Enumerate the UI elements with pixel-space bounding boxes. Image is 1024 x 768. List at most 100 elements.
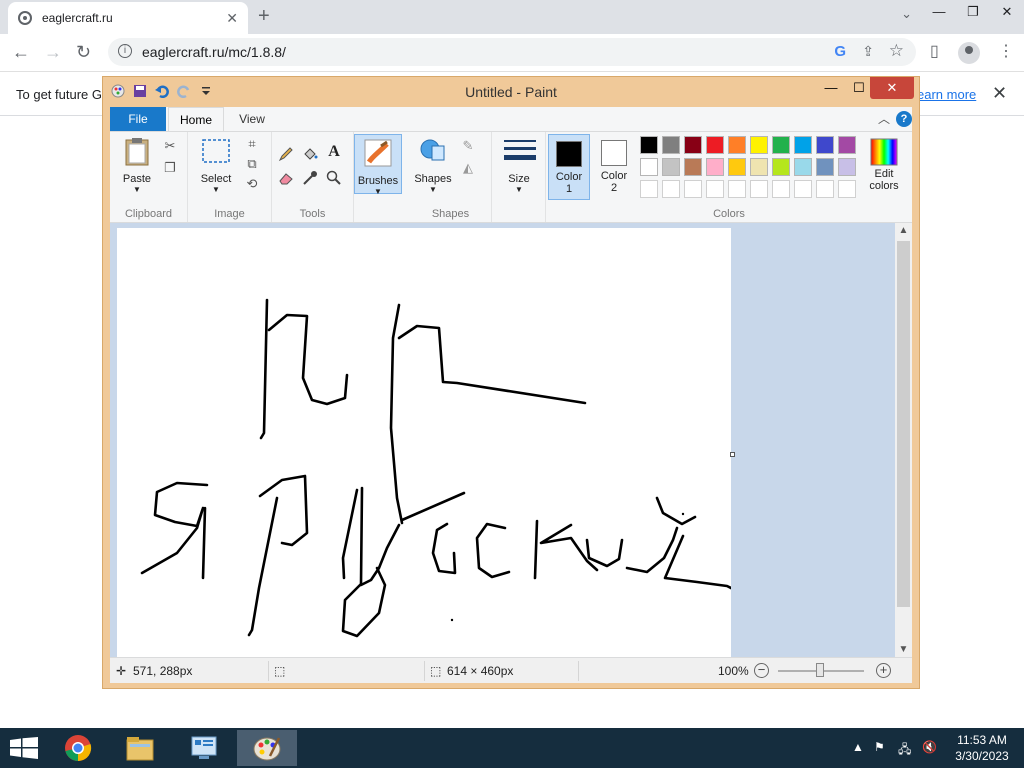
select-button[interactable]: Select ▼	[194, 136, 238, 194]
site-info-icon[interactable]: i	[118, 44, 132, 58]
volume-muted-icon[interactable]: 🔇	[922, 740, 937, 754]
custom-color-slot[interactable]	[794, 180, 812, 198]
palette-swatch[interactable]	[640, 158, 658, 176]
text-tool-icon[interactable]: A	[326, 144, 342, 160]
back-arrow-icon[interactable]: ←	[12, 42, 30, 62]
color1-button[interactable]: Color 1	[548, 134, 590, 200]
close-button[interactable]: ✕	[990, 0, 1024, 30]
palette-swatch[interactable]	[728, 158, 746, 176]
palette-swatch[interactable]	[794, 158, 812, 176]
restore-button[interactable]: ❐	[956, 0, 990, 30]
vertical-scrollbar[interactable]: ▲ ▼	[895, 223, 912, 657]
address-url[interactable]: eaglercraft.ru/mc/1.8.8/	[142, 44, 286, 60]
drawing-canvas[interactable]	[117, 228, 737, 658]
windows-start-icon[interactable]	[10, 737, 38, 759]
scroll-up-icon[interactable]: ▲	[895, 225, 912, 236]
palette-swatch[interactable]	[684, 136, 702, 154]
reload-icon[interactable]: ↻	[76, 42, 91, 62]
custom-color-slot[interactable]	[728, 180, 746, 198]
fill-bucket-icon[interactable]	[302, 146, 318, 162]
browser-tab[interactable]: eaglercraft.ru ✕	[8, 2, 248, 34]
color-picker-icon[interactable]	[302, 170, 318, 186]
palette-swatch[interactable]	[838, 158, 856, 176]
palette-swatch[interactable]	[816, 158, 834, 176]
canvas-resize-handle[interactable]	[730, 452, 735, 457]
palette-swatch[interactable]	[816, 136, 834, 154]
brushes-dropdown-icon[interactable]: ▼	[355, 187, 401, 196]
edit-colors-button[interactable]: Edit colors	[862, 134, 906, 200]
palette-swatch[interactable]	[794, 136, 812, 154]
custom-color-slot[interactable]	[706, 180, 724, 198]
tab-view[interactable]: View	[228, 107, 276, 131]
help-icon[interactable]: ?	[896, 111, 912, 127]
scroll-down-icon[interactable]: ▼	[895, 644, 912, 655]
show-hidden-icons[interactable]: ▲	[852, 740, 864, 754]
learn-more-link[interactable]: earn more	[917, 87, 976, 102]
palette-swatch[interactable]	[772, 158, 790, 176]
magnifier-icon[interactable]	[326, 170, 342, 186]
paint-minimize-button[interactable]: —	[817, 77, 845, 99]
size-dropdown-icon[interactable]: ▼	[496, 185, 542, 194]
custom-color-slot[interactable]	[750, 180, 768, 198]
bookmark-star-icon[interactable]: ☆	[889, 41, 904, 61]
address-bar[interactable]: i eaglercraft.ru/mc/1.8.8/ G ⇪ ☆	[108, 38, 916, 66]
custom-color-slot[interactable]	[684, 180, 702, 198]
size-button[interactable]: Size ▼	[496, 136, 542, 194]
palette-swatch[interactable]	[684, 158, 702, 176]
profile-avatar-icon[interactable]	[958, 42, 980, 64]
paint-maximize-button[interactable]: ☐	[845, 77, 873, 99]
google-lens-icon[interactable]: G	[834, 43, 846, 60]
palette-swatch[interactable]	[750, 136, 768, 154]
taskbar-file-explorer[interactable]	[110, 730, 170, 766]
infobar-close-icon[interactable]: ✕	[992, 83, 1007, 104]
custom-color-slot[interactable]	[838, 180, 856, 198]
zoom-in-icon[interactable]: +	[876, 663, 891, 678]
minimize-button[interactable]: —	[922, 0, 956, 30]
brushes-button[interactable]: Brushes ▼	[354, 134, 402, 196]
custom-color-slot[interactable]	[662, 180, 680, 198]
fill-icon[interactable]: ◭	[460, 160, 476, 176]
cut-icon[interactable]: ✂	[162, 138, 178, 154]
eraser-icon[interactable]	[278, 170, 294, 186]
taskbar-paint[interactable]	[237, 730, 297, 766]
shapes-button[interactable]: Shapes ▼	[410, 136, 456, 194]
taskbar-chrome[interactable]	[48, 730, 108, 766]
zoom-slider-thumb[interactable]	[816, 663, 824, 677]
palette-swatch[interactable]	[662, 136, 680, 154]
forward-arrow-icon[interactable]: →	[44, 42, 62, 62]
palette-swatch[interactable]	[706, 158, 724, 176]
new-tab-button[interactable]: +	[258, 5, 270, 27]
palette-swatch[interactable]	[750, 158, 768, 176]
network-icon[interactable]: 🖧	[898, 740, 911, 761]
share-icon[interactable]: ⇪	[862, 43, 874, 60]
custom-color-slot[interactable]	[772, 180, 790, 198]
taskbar-clock[interactable]: 11:53 AM 3/30/2023	[950, 732, 1014, 764]
palette-swatch[interactable]	[772, 136, 790, 154]
paste-dropdown-icon[interactable]: ▼	[116, 185, 158, 194]
chrome-menu-icon[interactable]: ⋮	[998, 41, 1014, 61]
outline-icon[interactable]: ✎	[460, 138, 476, 154]
custom-color-slot[interactable]	[816, 180, 834, 198]
pencil-icon[interactable]	[278, 146, 294, 162]
palette-swatch[interactable]	[838, 136, 856, 154]
tab-home[interactable]: Home	[168, 107, 224, 131]
action-center-flag-icon[interactable]: ⚑	[874, 740, 885, 754]
custom-color-slot[interactable]	[640, 180, 658, 198]
tab-file[interactable]: File	[110, 107, 166, 131]
paint-close-button[interactable]: ✕	[870, 77, 914, 99]
taskbar-control-panel[interactable]	[174, 730, 234, 766]
crop-icon[interactable]: ⌗	[244, 136, 260, 152]
copy-icon[interactable]: ❐	[162, 160, 178, 176]
color2-button[interactable]: Color 2	[594, 134, 634, 200]
resize-icon[interactable]: ⧉	[244, 156, 260, 172]
paste-button[interactable]: Paste ▼	[116, 136, 158, 194]
palette-swatch[interactable]	[728, 136, 746, 154]
palette-swatch[interactable]	[640, 136, 658, 154]
palette-swatch[interactable]	[662, 158, 680, 176]
zoom-out-icon[interactable]: −	[754, 663, 769, 678]
select-dropdown-icon[interactable]: ▼	[194, 185, 238, 194]
rotate-icon[interactable]: ⟲	[244, 176, 260, 192]
minimize-ribbon-icon[interactable]: ︿	[878, 110, 890, 127]
tab-search-icon[interactable]: ⌄	[901, 6, 912, 22]
scroll-thumb[interactable]	[897, 241, 910, 607]
